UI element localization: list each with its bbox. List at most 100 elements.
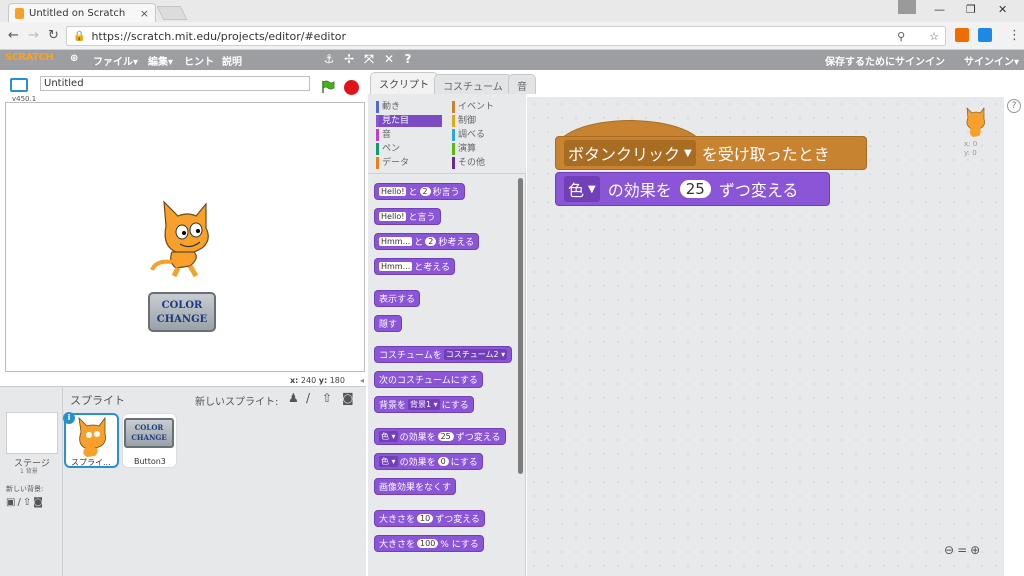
block-input[interactable]: Hmm... xyxy=(379,237,413,246)
block-input[interactable]: 0 xyxy=(437,457,449,466)
block-dropdown[interactable]: 色 ▾ xyxy=(379,456,398,467)
block-input[interactable]: 10 xyxy=(417,514,434,523)
project-title-input[interactable]: Untitled xyxy=(40,76,310,91)
fullscreen-icon[interactable] xyxy=(10,78,28,92)
block-next-costume[interactable]: 次のコスチュームにする xyxy=(374,371,483,388)
block-text: と xyxy=(408,188,418,198)
zoom-reset-icon[interactable]: = xyxy=(957,543,970,557)
category-operators[interactable]: 演算 xyxy=(452,143,476,155)
block-input[interactable]: Hello! xyxy=(379,187,407,196)
category-sound[interactable]: 音 xyxy=(376,129,391,141)
block-say-for-secs[interactable]: Hello! と 2 秒言う xyxy=(374,183,465,200)
address-bar-row: ← → ↻ 🔒 https://scratch.mit.edu/projects… xyxy=(0,22,1024,50)
hat-text: を受け取ったとき xyxy=(701,145,830,164)
shrink-tool-icon[interactable]: ✕ xyxy=(382,52,396,66)
tab-scripts[interactable]: スクリプト xyxy=(370,72,438,94)
menu-about[interactable]: 説明 xyxy=(222,53,242,68)
block-dropdown[interactable]: 色 ▾ xyxy=(379,431,398,442)
key-icon[interactable]: ⚲ xyxy=(897,30,905,43)
tab-sounds[interactable]: 音 xyxy=(508,74,536,94)
change-effect-block[interactable]: 色 ▼ の効果を 25 ずつ変える xyxy=(555,172,830,206)
block-switch-backdrop[interactable]: 背景を 背景1 ▾ にする xyxy=(374,396,474,413)
menu-file[interactable]: ファイル▾ xyxy=(93,53,138,68)
category-sensing[interactable]: 調べる xyxy=(452,129,485,141)
reload-icon[interactable]: ↻ xyxy=(48,28,59,43)
menu-icon[interactable]: ⋮ xyxy=(1008,28,1021,43)
sign-in-to-save-link[interactable]: 保存するためにサインイン xyxy=(825,53,945,68)
block-input[interactable]: Hello! xyxy=(379,212,407,221)
camera-icon[interactable]: ◙ xyxy=(342,391,354,405)
paint-sprite-icon[interactable]: / xyxy=(306,391,310,405)
browser-tab[interactable]: Untitled on Scratch × xyxy=(8,3,156,22)
when-i-receive-block[interactable]: ボタンクリック ▼ を受け取ったとき xyxy=(555,136,867,170)
duplicate-tool-icon[interactable]: ⚓ xyxy=(322,52,336,66)
stop-icon[interactable] xyxy=(344,80,359,95)
minimize-icon[interactable]: — xyxy=(934,3,945,16)
block-think-for-secs[interactable]: Hmm... と 2 秒考える xyxy=(374,233,480,250)
block-switch-costume[interactable]: コスチュームを コスチューム2 ▾ xyxy=(374,346,513,363)
maximize-icon[interactable]: ❐ xyxy=(966,3,976,16)
category-looks[interactable]: 見た目 xyxy=(376,115,442,127)
block-think[interactable]: Hmm... と考える xyxy=(374,258,455,275)
effect-dropdown[interactable]: 色 ▼ xyxy=(564,176,600,202)
block-input[interactable]: 2 xyxy=(419,187,431,196)
block-input[interactable]: 2 xyxy=(425,237,437,246)
help-icon[interactable]: ? xyxy=(1007,99,1021,113)
category-events[interactable]: イベント xyxy=(452,101,494,113)
forward-icon[interactable]: → xyxy=(28,28,39,43)
block-set-size[interactable]: 大きさを 100 % にする xyxy=(374,535,484,552)
dropdown-arrow-icon: ▼ xyxy=(684,147,692,159)
extension-icon[interactable] xyxy=(955,28,969,42)
menu-tips[interactable]: ヒント xyxy=(184,53,214,68)
new-tab-button[interactable] xyxy=(156,6,188,20)
delete-tool-icon[interactable]: ✢ xyxy=(342,52,356,66)
block-show[interactable]: 表示する xyxy=(374,290,421,307)
user-profile-icon[interactable] xyxy=(898,0,916,14)
color-change-button-sprite[interactable]: COLOR CHANGE xyxy=(148,292,216,332)
sprite-library-icon[interactable]: ♟ xyxy=(288,391,299,405)
block-input[interactable]: 25 xyxy=(437,432,454,441)
block-change-effect[interactable]: 色 ▾ の効果を 25 ずつ変える xyxy=(374,428,506,445)
block-dropdown[interactable]: コスチューム2 ▾ xyxy=(443,349,508,360)
upload-sprite-icon[interactable]: ⇧ xyxy=(322,391,332,405)
block-dropdown[interactable]: 背景1 ▾ xyxy=(408,399,440,410)
backdrop-tools-icon[interactable]: ▣/⇧◙ xyxy=(6,497,45,508)
scratch-cat-sprite[interactable] xyxy=(146,196,222,278)
stage-coordinates: x: 240 y: 180 xyxy=(290,376,345,385)
zoom-in-icon[interactable]: ⊕ xyxy=(970,543,983,557)
message-dropdown[interactable]: ボタンクリック ▼ xyxy=(564,140,696,166)
collapse-stage-icon[interactable]: ◂ xyxy=(360,376,364,385)
url-input[interactable]: 🔒 https://scratch.mit.edu/projects/edito… xyxy=(66,26,946,46)
green-flag-icon[interactable] xyxy=(321,80,335,94)
block-set-effect[interactable]: 色 ▾ の効果を 0 にする xyxy=(374,453,483,470)
block-clear-effects[interactable]: 画像効果をなくす xyxy=(374,478,457,495)
block-text: 秒言う xyxy=(432,188,460,198)
scratch-logo[interactable]: SCRATCH xyxy=(5,52,54,63)
bookmark-star-icon[interactable]: ☆ xyxy=(929,30,939,43)
block-input[interactable]: 100 xyxy=(417,539,439,548)
block-input[interactable]: Hmm... xyxy=(379,262,413,271)
globe-icon[interactable]: ⊕ xyxy=(70,53,78,64)
category-more[interactable]: その他 xyxy=(452,157,485,169)
grow-tool-icon[interactable]: ⤧ xyxy=(362,52,376,66)
help-tool-icon[interactable]: ? xyxy=(401,52,415,66)
category-motion[interactable]: 動き xyxy=(376,101,400,113)
category-control[interactable]: 制御 xyxy=(452,115,476,127)
menu-edit[interactable]: 編集▾ xyxy=(148,53,173,68)
category-data[interactable]: データ xyxy=(376,157,409,169)
sign-in-link[interactable]: サインイン▾ xyxy=(964,53,1019,68)
stage-thumbnail[interactable] xyxy=(6,412,58,454)
close-tab-icon[interactable]: × xyxy=(140,7,149,20)
block-change-size[interactable]: 大きさを 10 ずつ変える xyxy=(374,510,485,527)
extension-icon[interactable] xyxy=(978,28,992,42)
back-icon[interactable]: ← xyxy=(8,28,19,43)
block-hide[interactable]: 隠す xyxy=(374,315,403,332)
info-icon[interactable]: i xyxy=(63,412,75,424)
palette-scrollbar[interactable] xyxy=(518,178,523,474)
block-say[interactable]: Hello! と言う xyxy=(374,208,441,225)
category-pen[interactable]: ペン xyxy=(376,143,400,155)
tab-costumes[interactable]: コスチューム xyxy=(434,74,512,94)
close-window-icon[interactable]: ✕ xyxy=(998,3,1007,16)
effect-value-input[interactable]: 25 xyxy=(679,180,711,198)
zoom-out-icon[interactable]: ⊖ xyxy=(944,543,957,557)
